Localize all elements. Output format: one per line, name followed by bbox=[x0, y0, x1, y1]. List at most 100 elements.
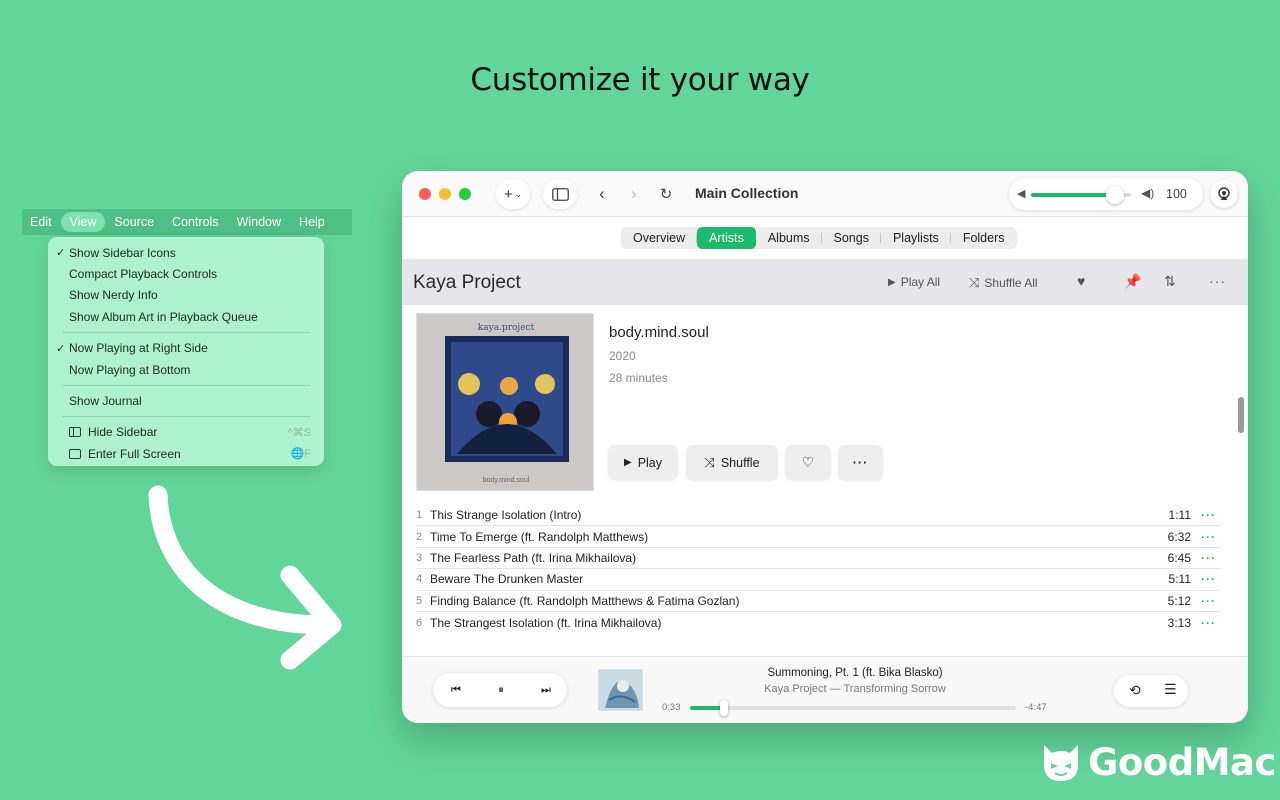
pause-button[interactable]: ⏸ bbox=[494, 683, 508, 697]
menu-item-now-playing-bottom[interactable]: Now Playing at Bottom bbox=[48, 359, 324, 380]
segmented-tabs: Overview Artists Albums Songs Playlists … bbox=[621, 227, 1017, 249]
zoom-window-button[interactable] bbox=[459, 188, 471, 200]
track-number: 3 bbox=[416, 551, 423, 564]
menu-view[interactable]: View bbox=[60, 212, 106, 232]
menu-item-now-playing-right[interactable]: ✓ Now Playing at Right Side bbox=[48, 338, 324, 359]
airplay-button[interactable] bbox=[1210, 180, 1238, 208]
table-row[interactable]: 5 Finding Balance (ft. Randolph Matthews… bbox=[416, 591, 1220, 612]
progress-slider[interactable] bbox=[690, 700, 1016, 716]
track-more-icon[interactable]: ··· bbox=[1201, 616, 1216, 630]
menu-item-album-art-queue[interactable]: Show Album Art in Playback Queue bbox=[48, 306, 324, 327]
scrollbar-thumb[interactable] bbox=[1238, 397, 1244, 433]
track-more-icon[interactable]: ··· bbox=[1201, 530, 1216, 544]
pin-icon[interactable]: 📌 bbox=[1124, 273, 1141, 290]
chevron-left-icon: ‹ bbox=[599, 184, 605, 203]
menu-item-nerdy-info[interactable]: Show Nerdy Info bbox=[48, 285, 324, 306]
toggle-sidebar-button[interactable] bbox=[543, 179, 577, 209]
previous-track-button[interactable]: ⏮ bbox=[449, 683, 463, 697]
menu-item-compact-playback[interactable]: Compact Playback Controls bbox=[48, 263, 324, 284]
menu-item-full-screen[interactable]: Enter Full Screen 🌐F bbox=[48, 443, 324, 464]
track-duration: 5:12 bbox=[1167, 593, 1191, 608]
play-icon: ▶ bbox=[623, 457, 632, 468]
table-row[interactable]: 1 This Strange Isolation (Intro) 1:11 ··… bbox=[416, 505, 1220, 527]
table-row[interactable]: 2 Time To Emerge (ft. Randolph Matthews)… bbox=[416, 526, 1220, 548]
tab-overview[interactable]: Overview bbox=[621, 227, 698, 249]
track-more-icon[interactable]: ··· bbox=[1201, 594, 1216, 608]
skip-forward-icon: ⏭ bbox=[541, 683, 551, 696]
minimize-window-button[interactable] bbox=[439, 188, 451, 200]
shuffle-all-button[interactable]: ⤨ Shuffle All bbox=[969, 275, 1038, 291]
favorite-album-button[interactable]: ♡ bbox=[785, 445, 831, 480]
track-duration: 1:11 bbox=[1168, 508, 1191, 523]
track-title: Beware The Drunken Master bbox=[430, 572, 584, 587]
album-artwork-image: kaya.project body.mind.soul bbox=[417, 314, 593, 490]
track-number: 5 bbox=[416, 594, 423, 607]
menu-edit[interactable]: Edit bbox=[22, 212, 61, 232]
track-more-icon[interactable]: ··· bbox=[1201, 551, 1216, 565]
track-title: The Fearless Path (ft. Irina Mikhailova) bbox=[430, 550, 637, 565]
tab-label: Albums bbox=[767, 231, 810, 245]
more-icon[interactable]: ··· bbox=[1209, 273, 1226, 289]
album-more-button[interactable]: ··· bbox=[838, 445, 883, 480]
menu-separator bbox=[62, 384, 310, 386]
track-duration: 3:13 bbox=[1167, 615, 1191, 630]
queue-list-icon[interactable]: ☰ bbox=[1164, 681, 1177, 698]
menu-item-show-journal[interactable]: Show Journal bbox=[48, 390, 324, 411]
close-window-button[interactable] bbox=[419, 188, 431, 200]
remaining-time: -4:47 bbox=[1025, 702, 1047, 713]
menu-window[interactable]: Window bbox=[228, 212, 290, 232]
shuffle-icon: ⤨ bbox=[969, 275, 980, 290]
track-more-icon[interactable]: ··· bbox=[1201, 508, 1216, 522]
tab-folders[interactable]: Folders bbox=[951, 227, 1017, 249]
shuffle-icon: ⤨ bbox=[704, 454, 715, 470]
forward-button[interactable]: › bbox=[623, 183, 645, 205]
play-label: Play bbox=[637, 455, 663, 470]
volume-control: ◀ ◀) 100 bbox=[1009, 178, 1203, 210]
shuffle-album-button[interactable]: ⤨ Shuffle bbox=[686, 445, 778, 480]
menu-item-hide-sidebar[interactable]: Hide Sidebar ^⌘S bbox=[48, 422, 324, 443]
volume-slider[interactable] bbox=[1031, 186, 1131, 204]
repeat-icon[interactable]: ⟲ bbox=[1129, 682, 1141, 699]
menu-controls[interactable]: Controls bbox=[163, 212, 228, 232]
menu-item-label: Now Playing at Right Side bbox=[69, 341, 208, 356]
reload-button[interactable]: ↻ bbox=[655, 183, 677, 205]
play-all-button[interactable]: ▶ Play All bbox=[888, 275, 940, 289]
progress-knob[interactable] bbox=[720, 700, 729, 716]
sort-icon[interactable]: ⇅ bbox=[1164, 273, 1176, 290]
menu-source[interactable]: Source bbox=[105, 212, 163, 232]
tab-songs[interactable]: Songs bbox=[822, 227, 881, 249]
heart-icon[interactable]: ♥ bbox=[1077, 273, 1085, 289]
more-icon: ··· bbox=[852, 455, 869, 470]
menu-item-label: Show Sidebar Icons bbox=[69, 245, 176, 260]
page-headline: Customize it your way bbox=[470, 62, 810, 98]
chevron-down-icon: ⌄ bbox=[514, 188, 523, 199]
track-more-icon[interactable]: ··· bbox=[1201, 572, 1216, 586]
skip-back-icon: ⏮ bbox=[451, 683, 461, 696]
menu-bar: Edit View Source Controls Window Help bbox=[22, 209, 352, 235]
now-playing-artwork bbox=[598, 669, 643, 711]
track-number: 4 bbox=[416, 573, 423, 586]
tab-albums[interactable]: Albums bbox=[756, 227, 822, 249]
tab-artists[interactable]: Artists bbox=[697, 227, 756, 249]
tab-playlists[interactable]: Playlists bbox=[881, 227, 951, 249]
menu-item-show-sidebar-icons[interactable]: ✓ Show Sidebar Icons bbox=[48, 242, 324, 263]
album-year: 2020 bbox=[609, 349, 636, 363]
track-number: 1 bbox=[416, 509, 423, 522]
add-menu-button[interactable]: + ⌄ bbox=[496, 179, 530, 209]
play-album-button[interactable]: ▶ Play bbox=[608, 445, 678, 480]
table-row[interactable]: 6 The Strangest Isolation (ft. Irina Mik… bbox=[416, 612, 1220, 633]
album-duration: 28 minutes bbox=[609, 371, 668, 385]
next-track-button[interactable]: ⏭ bbox=[539, 683, 553, 697]
elapsed-time: 0:33 bbox=[662, 702, 681, 713]
table-row[interactable]: 4 Beware The Drunken Master 5:11 ··· bbox=[416, 569, 1220, 591]
back-button[interactable]: ‹ bbox=[591, 183, 613, 205]
menu-separator bbox=[62, 416, 310, 418]
menu-help[interactable]: Help bbox=[290, 212, 334, 232]
volume-knob[interactable] bbox=[1106, 186, 1124, 204]
plus-icon: + bbox=[503, 185, 513, 203]
volume-fill bbox=[1031, 193, 1115, 197]
checkmark-icon: ✓ bbox=[56, 342, 66, 355]
brand-logo: GoodMac bbox=[1040, 741, 1276, 784]
table-row[interactable]: 3 The Fearless Path (ft. Irina Mikhailov… bbox=[416, 548, 1220, 570]
album-cover: kaya.project body.mind.soul bbox=[416, 313, 594, 491]
